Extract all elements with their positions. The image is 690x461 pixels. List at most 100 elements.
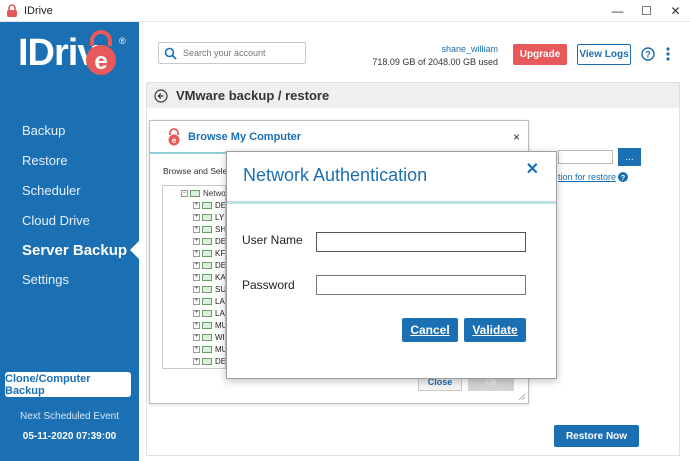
computer-icon — [202, 250, 212, 257]
tree-item[interactable]: + LA — [193, 309, 225, 318]
content-header: VMware backup / restore — [147, 83, 679, 108]
sidebar: IDriv e ® Backup Restore Scheduler Cloud… — [0, 22, 139, 461]
window-titlebar: IDrive — ☐ ✕ — [0, 0, 690, 22]
svg-text:?: ? — [621, 175, 625, 182]
tree-item[interactable]: + WI — [193, 333, 225, 342]
close-window-button[interactable]: ✕ — [661, 0, 690, 22]
tree-item[interactable]: + SU — [193, 285, 226, 294]
help-icon[interactable]: ? — [641, 47, 655, 61]
help-icon[interactable]: ? — [618, 172, 628, 182]
tree-item[interactable]: + DE — [193, 201, 225, 210]
computer-icon — [202, 286, 212, 293]
expand-icon[interactable]: + — [193, 214, 200, 221]
back-arrow-icon[interactable] — [154, 88, 168, 103]
validate-button-label: Validate — [472, 323, 518, 337]
storage-usage: 718.09 GB of 2048.00 GB used — [372, 57, 498, 67]
search-icon — [164, 47, 177, 60]
computer-icon — [202, 334, 212, 341]
next-scheduled-label: Next Scheduled Event — [20, 411, 119, 422]
browse-dialog-close-icon[interactable]: × — [513, 130, 520, 144]
tree-item-label: SU — [215, 285, 226, 294]
tree-item[interactable]: + KF — [193, 249, 225, 258]
expand-icon[interactable]: + — [193, 346, 200, 353]
sidebar-item-backup[interactable]: Backup — [0, 116, 139, 146]
computer-icon — [202, 346, 212, 353]
password-field[interactable] — [316, 275, 526, 295]
expand-icon[interactable]: + — [193, 238, 200, 245]
expand-icon[interactable]: + — [193, 334, 200, 341]
next-scheduled-date: 05-11-2020 07:39:00 — [22, 431, 117, 442]
expand-icon[interactable]: + — [193, 226, 200, 233]
auth-dialog-close-icon[interactable]: ✕ — [526, 159, 539, 179]
tree-item-label: DE — [215, 357, 226, 366]
tree-item-label: LY — [215, 213, 225, 222]
sidebar-item-settings[interactable]: Settings — [0, 265, 139, 295]
svg-text:?: ? — [645, 50, 651, 60]
expand-icon[interactable]: + — [193, 298, 200, 305]
restore-now-button[interactable]: Restore Now — [554, 425, 639, 447]
tree-item-label: MU — [215, 321, 225, 330]
maximize-button[interactable]: ☐ — [632, 0, 661, 22]
tree-root-network[interactable]: − Netwo — [181, 189, 225, 198]
sidebar-item-scheduler[interactable]: Scheduler — [0, 176, 139, 206]
browse-location-button[interactable]: ... — [618, 148, 641, 166]
upgrade-button[interactable]: Upgrade — [513, 44, 567, 65]
search-box — [158, 42, 306, 64]
validate-button[interactable]: Validate — [464, 318, 526, 342]
tree-item[interactable]: + LA — [193, 297, 225, 306]
idrive-logo: IDriv e ® — [18, 30, 128, 80]
tree-item[interactable]: + KA — [193, 273, 226, 282]
expand-icon[interactable]: + — [193, 286, 200, 293]
restore-location-field[interactable] — [558, 150, 613, 164]
view-logs-button[interactable]: View Logs — [577, 44, 631, 65]
computer-icon — [202, 358, 212, 365]
expand-icon[interactable]: + — [193, 250, 200, 257]
window-title: IDrive — [24, 4, 53, 17]
tree-item-label: SH — [215, 225, 226, 234]
tree-item[interactable]: + DE — [193, 357, 226, 366]
resize-grip-icon[interactable] — [518, 393, 526, 401]
restore-location-link[interactable]: tion for restore — [558, 172, 616, 182]
expand-icon[interactable]: + — [193, 322, 200, 329]
computer-icon — [202, 214, 212, 221]
expand-icon[interactable]: + — [193, 274, 200, 281]
sidebar-item-restore[interactable]: Restore — [0, 146, 139, 176]
tree-item[interactable]: + DE — [193, 261, 226, 270]
minimize-button[interactable]: — — [603, 0, 632, 22]
idrive-app-icon — [7, 3, 17, 17]
username[interactable]: shane_william — [372, 44, 498, 54]
username-field[interactable] — [316, 232, 526, 252]
tree-item-label: DE — [215, 261, 226, 270]
page-title: VMware backup / restore — [176, 88, 330, 103]
password-label: Password — [242, 278, 295, 292]
expand-icon[interactable]: + — [193, 310, 200, 317]
tree-item[interactable]: + MU — [193, 321, 225, 330]
cancel-button[interactable]: Cancel — [402, 318, 458, 342]
computer-icon — [202, 226, 212, 233]
tree-item[interactable]: + DE — [193, 237, 226, 246]
tree-item-label: WI — [215, 333, 225, 342]
sidebar-item-cloud-drive[interactable]: Cloud Drive — [0, 205, 139, 235]
search-input[interactable] — [183, 48, 303, 58]
sidebar-item-server-backup[interactable]: Server Backup — [0, 235, 139, 265]
expand-icon[interactable]: + — [193, 202, 200, 209]
tree-item-label: DE — [215, 237, 226, 246]
svg-text:e: e — [94, 48, 107, 75]
clone-computer-backup-button[interactable]: Clone/Computer Backup — [5, 372, 131, 397]
expand-icon[interactable]: + — [193, 262, 200, 269]
tree-item-label: LA — [215, 297, 225, 306]
auth-dialog-title: Network Authentication — [243, 165, 428, 185]
tree-item[interactable]: + MU — [193, 345, 225, 354]
more-options-icon[interactable] — [664, 46, 672, 62]
tree-item[interactable]: + SH — [193, 225, 226, 234]
logo-lock-e-icon: e — [86, 30, 116, 75]
network-tree: − Netwo + DE + LY + SH + DE + KF + DE + KA + SU + LA + LA + M… — [162, 185, 226, 369]
collapse-icon[interactable]: − — [181, 190, 188, 197]
browse-dialog-title: Browse My Computer — [188, 130, 302, 143]
expand-icon[interactable]: + — [193, 358, 200, 365]
sidebar-nav: Backup Restore Scheduler Cloud Drive Ser… — [0, 116, 139, 295]
computer-icon — [202, 322, 212, 329]
browse-dialog-header: e Browse My Computer × — [150, 121, 528, 154]
tree-item[interactable]: + LY — [193, 213, 224, 222]
tree-item-label: KA — [215, 273, 226, 282]
